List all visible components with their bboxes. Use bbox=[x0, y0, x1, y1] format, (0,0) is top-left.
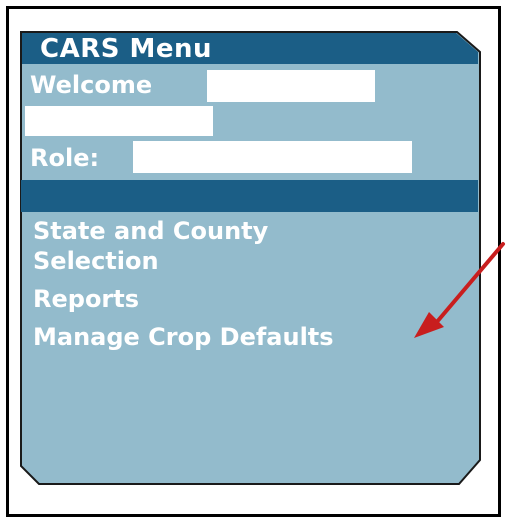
menu-item-state-county-selection[interactable]: State and County Selection bbox=[33, 216, 363, 276]
menu-item-label-line2: Selection bbox=[33, 247, 159, 275]
role-label: Role: bbox=[30, 144, 100, 172]
menu-item-manage-crop-defaults[interactable]: Manage Crop Defaults bbox=[33, 322, 363, 352]
menu-item-reports[interactable]: Reports bbox=[33, 284, 363, 314]
menu-links-list: State and County Selection Reports Manag… bbox=[33, 216, 363, 360]
menu-item-label-line1: State and County bbox=[33, 217, 269, 245]
menu-title: CARS Menu bbox=[40, 34, 213, 64]
redacted-role-field bbox=[133, 141, 412, 173]
menu-divider-band bbox=[21, 180, 478, 212]
welcome-label: Welcome bbox=[30, 71, 153, 99]
redacted-username-field bbox=[207, 70, 375, 102]
redacted-username-continuation bbox=[25, 106, 213, 136]
